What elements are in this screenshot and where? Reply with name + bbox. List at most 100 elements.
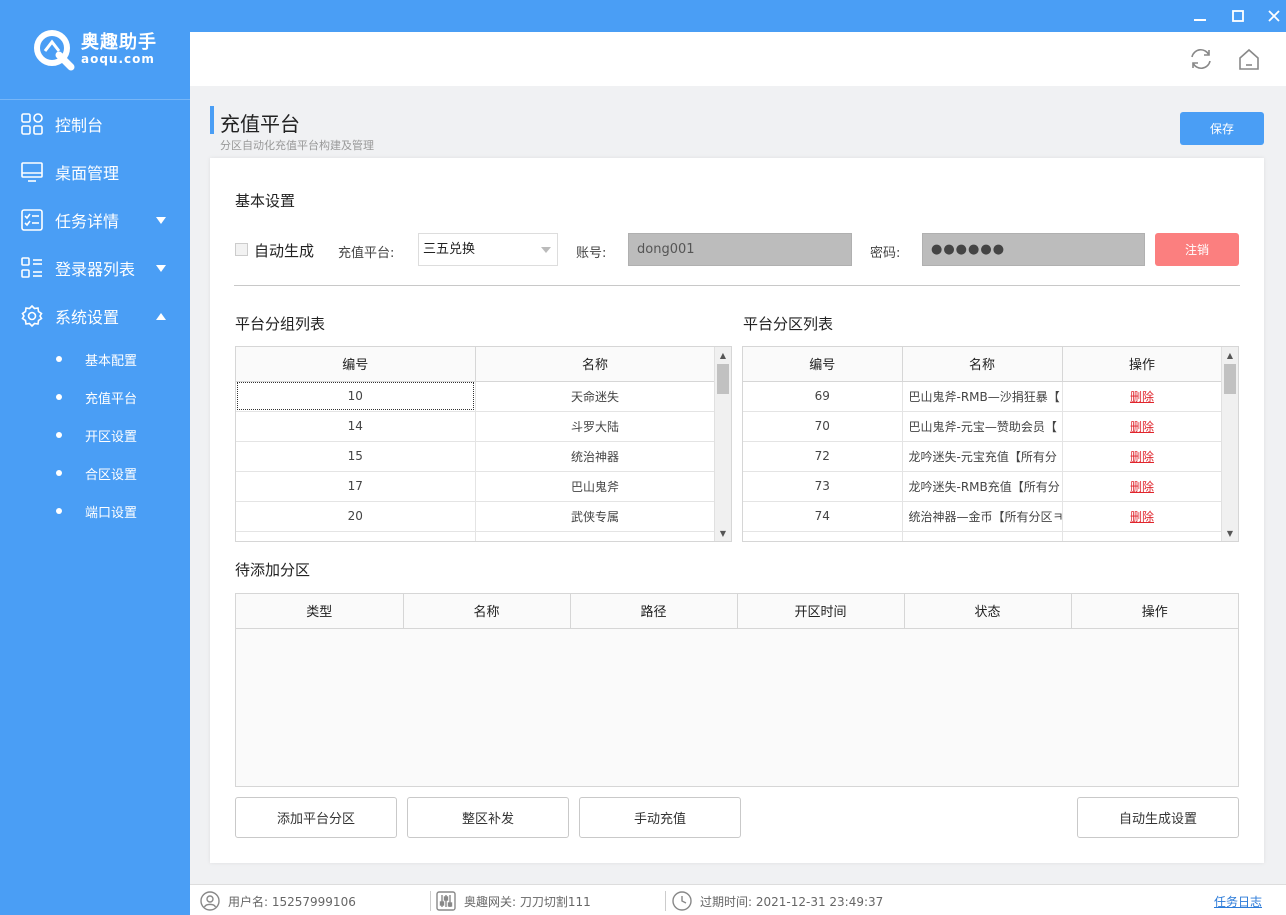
table-cell[interactable]	[236, 531, 476, 541]
table-cell[interactable]: 武侠专属	[475, 501, 716, 532]
table-cell[interactable]: 14	[236, 411, 476, 442]
sidebar-subitem-open-zone[interactable]: 开区设置	[0, 416, 190, 454]
sidebar-item-launchers[interactable]: 登录器列表	[0, 244, 190, 292]
vertical-scrollbar[interactable]: ▲ ▼	[1221, 347, 1238, 541]
checklist-icon	[20, 208, 44, 232]
auto-generate-checkbox[interactable]	[235, 243, 248, 256]
scroll-up-icon[interactable]: ▲	[1222, 347, 1238, 363]
table-cell[interactable]: 10	[236, 381, 476, 412]
table-cell[interactable]: 20	[236, 501, 476, 532]
table-cell[interactable]: 统治神器	[475, 441, 716, 472]
table-cell[interactable]: 天命迷失	[475, 381, 716, 412]
task-log-link[interactable]: 任务日志	[1214, 893, 1262, 910]
table-cell[interactable]: 龙吟迷失-元宝充值【所有分	[902, 441, 1063, 472]
column-header[interactable]: 路径	[570, 594, 738, 629]
column-header[interactable]: 操作	[1071, 594, 1238, 629]
table-row[interactable]: 73 龙吟迷失-RMB充值【所有分 删除	[743, 471, 1223, 502]
table-cell[interactable]: 统治神器—金币【所有分区ㅋ	[902, 501, 1063, 532]
table-row[interactable]	[236, 531, 716, 541]
column-header[interactable]: 名称	[403, 594, 571, 629]
manual-recharge-button[interactable]: 手动充值	[579, 797, 741, 838]
sidebar-item-tasks[interactable]: 任务详情	[0, 196, 190, 244]
table-row[interactable]: 69 巴山鬼斧-RMB—沙捐狂暴【 删除	[743, 381, 1223, 412]
platform-select[interactable]: 三五兑换	[418, 233, 558, 266]
table-row[interactable]: 20 武侠专属	[236, 501, 716, 532]
table-row[interactable]: 74 统治神器—金币【所有分区ㅋ 删除	[743, 501, 1223, 532]
table-cell[interactable]	[743, 531, 903, 541]
column-header[interactable]: 名称	[902, 347, 1063, 382]
sidebar-item-system-settings[interactable]: 系统设置	[0, 292, 190, 340]
column-header[interactable]: 开区时间	[737, 594, 905, 629]
minimize-icon	[1194, 19, 1206, 21]
delete-link[interactable]: 删除	[1130, 480, 1154, 494]
table-cell[interactable]	[475, 531, 716, 541]
status-separator	[430, 891, 431, 911]
column-header[interactable]: 编号	[743, 347, 903, 382]
delete-link[interactable]: 删除	[1130, 390, 1154, 404]
refresh-icon[interactable]	[1188, 46, 1214, 72]
page-title: 充值平台	[220, 112, 300, 136]
vertical-scrollbar[interactable]: ▲ ▼	[714, 347, 731, 541]
table-row[interactable]: 10 天命迷失	[236, 381, 716, 412]
status-gateway: 奥趣网关: 刀刀切割111	[436, 891, 591, 911]
table-cell[interactable]: 72	[743, 441, 903, 472]
status-expire: 过期时间: 2021-12-31 23:49:37	[672, 891, 883, 911]
column-header[interactable]: 状态	[904, 594, 1072, 629]
home-icon[interactable]	[1236, 46, 1262, 72]
table-cell[interactable]: 74	[743, 501, 903, 532]
table-cell[interactable]	[902, 531, 1063, 541]
gear-icon	[20, 304, 44, 328]
column-header[interactable]: 操作	[1062, 347, 1223, 382]
table-row[interactable]	[743, 531, 1223, 541]
auto-generate-settings-button[interactable]: 自动生成设置	[1077, 797, 1239, 838]
password-field[interactable]: ●●●●●●	[922, 233, 1145, 266]
scroll-thumb[interactable]	[1224, 364, 1236, 394]
account-field[interactable]: dong001	[628, 233, 852, 266]
logout-button[interactable]: 注销	[1155, 233, 1239, 266]
table-row[interactable]: 17 巴山鬼斧	[236, 471, 716, 502]
table-cell[interactable]: 巴山鬼斧-RMB—沙捐狂暴【	[902, 381, 1063, 412]
add-platform-zone-button[interactable]: 添加平台分区	[235, 797, 397, 838]
table-cell[interactable]: 巴山鬼斧-元宝—赞助会员【	[902, 411, 1063, 442]
sidebar-item-console[interactable]: 控制台	[0, 100, 190, 148]
minimize-button[interactable]	[1190, 6, 1210, 26]
basic-settings-row: 自动生成 充值平台: 三五兑换 账号: dong001 密码: ●●●●●● 注…	[234, 233, 1240, 267]
status-separator	[665, 891, 666, 911]
sidebar-subitem-merge-zone[interactable]: 合区设置	[0, 454, 190, 492]
delete-link[interactable]: 删除	[1130, 510, 1154, 524]
table-cell[interactable]: 斗罗大陆	[475, 411, 716, 442]
maximize-button[interactable]	[1228, 6, 1248, 26]
delete-link[interactable]: 删除	[1130, 420, 1154, 434]
scroll-thumb[interactable]	[717, 364, 729, 394]
table-cell[interactable]: 17	[236, 471, 476, 502]
column-header[interactable]: 编号	[236, 347, 476, 382]
main-card: 基本设置 自动生成 充值平台: 三五兑换 账号: dong001 密码: ●●●…	[210, 158, 1264, 863]
sidebar-subitem-basic-config[interactable]: 基本配置	[0, 340, 190, 378]
table-row[interactable]: 14 斗罗大陆	[236, 411, 716, 442]
table-cell[interactable]: 龙吟迷失-RMB充值【所有分	[902, 471, 1063, 502]
sidebar-subitem-recharge-platform[interactable]: 充值平台	[0, 378, 190, 416]
table-cell[interactable]	[1062, 531, 1223, 541]
close-button[interactable]	[1264, 6, 1284, 26]
scroll-down-icon[interactable]: ▼	[1222, 525, 1238, 541]
logo: 奥趣助手 aoqu.com	[0, 0, 190, 100]
auto-generate-label: 自动生成	[254, 242, 315, 260]
scroll-down-icon[interactable]: ▼	[715, 525, 731, 541]
sidebar-subitem-port[interactable]: 端口设置	[0, 492, 190, 530]
column-header[interactable]: 类型	[236, 594, 404, 629]
status-user-text: 用户名: 15257999106	[228, 894, 356, 909]
table-cell[interactable]: 巴山鬼斧	[475, 471, 716, 502]
table-row[interactable]: 70 巴山鬼斧-元宝—赞助会员【 删除	[743, 411, 1223, 442]
full-reissue-button[interactable]: 整区补发	[407, 797, 569, 838]
table-cell[interactable]: 69	[743, 381, 903, 412]
scroll-up-icon[interactable]: ▲	[715, 347, 731, 363]
table-cell[interactable]: 15	[236, 441, 476, 472]
table-cell[interactable]: 73	[743, 471, 903, 502]
table-row[interactable]: 72 龙吟迷失-元宝充值【所有分 删除	[743, 441, 1223, 472]
save-button[interactable]: 保存	[1180, 112, 1264, 145]
table-row[interactable]: 15 统治神器	[236, 441, 716, 472]
table-cell[interactable]: 70	[743, 411, 903, 442]
column-header[interactable]: 名称	[475, 347, 716, 382]
sidebar-item-desktop[interactable]: 桌面管理	[0, 148, 190, 196]
delete-link[interactable]: 删除	[1130, 450, 1154, 464]
